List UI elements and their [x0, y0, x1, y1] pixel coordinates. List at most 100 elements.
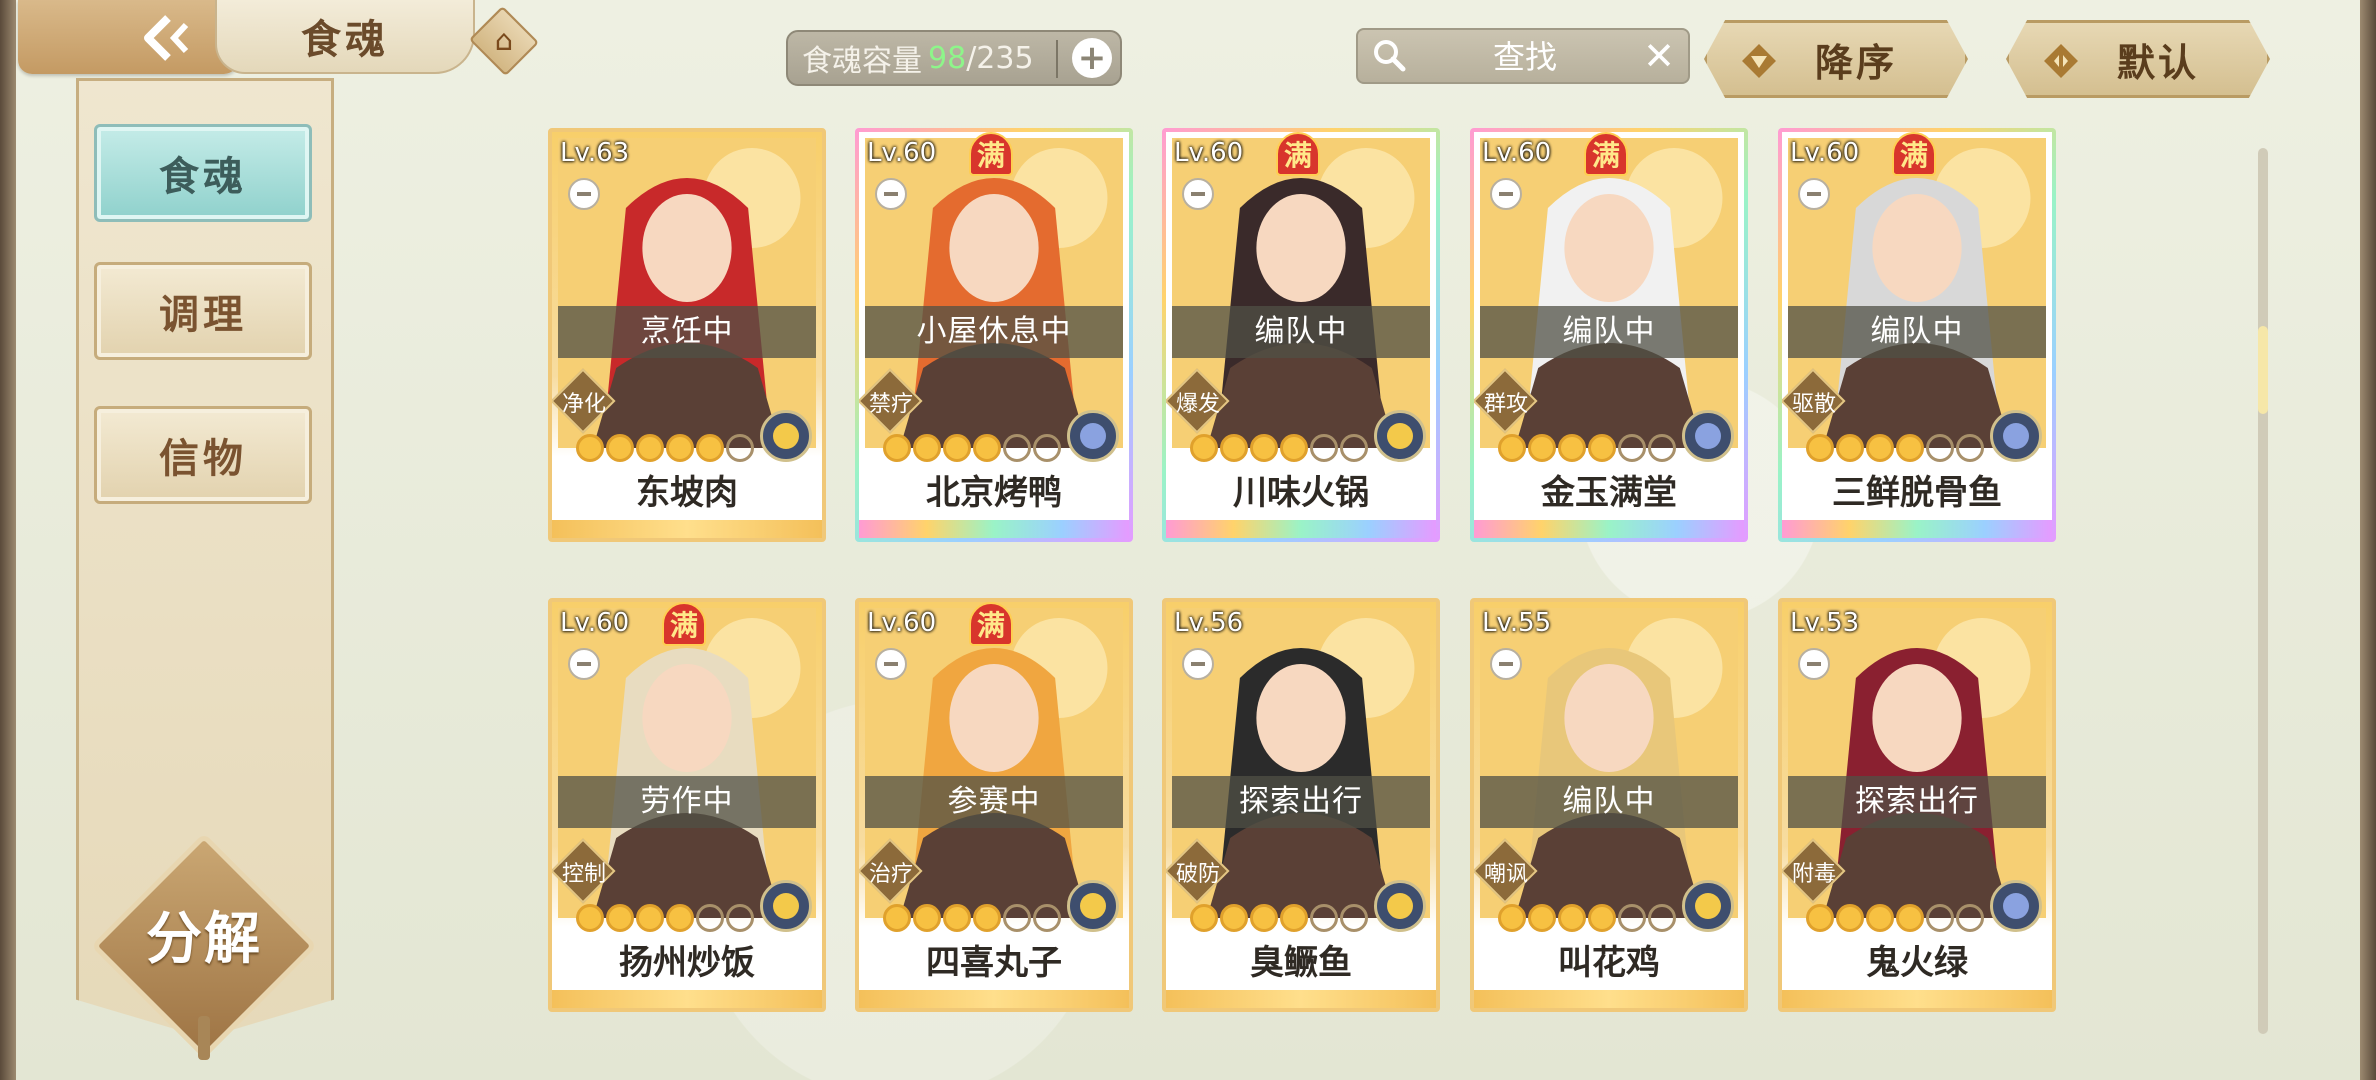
food-soul-card[interactable]: Lv.56 探索出行 破防 臭鳜鱼	[1162, 598, 1440, 1012]
sidebar-item-conditioning[interactable]: 调理	[94, 262, 312, 360]
food-soul-card[interactable]: Lv.53 探索出行 附毒 鬼火绿	[1778, 598, 2056, 1012]
rarity-bar	[1474, 520, 1744, 538]
star-icon	[1956, 434, 1984, 462]
lock-icon[interactable]	[1490, 648, 1522, 680]
capacity-label: 食魂容量	[802, 44, 922, 79]
star-icon	[606, 434, 634, 462]
star-icon	[1310, 434, 1338, 462]
rarity-bar	[1782, 990, 2052, 1008]
max-badge: 满	[1276, 132, 1320, 176]
star-icon	[1648, 904, 1676, 932]
back-button[interactable]	[128, 10, 208, 66]
lock-icon[interactable]	[1798, 648, 1830, 680]
sort-mode-button[interactable]: 默认	[2006, 20, 2270, 98]
role-badge: 附毒	[1782, 838, 1846, 904]
star-icon	[943, 904, 971, 932]
star-icon	[1190, 434, 1218, 462]
star-icon	[1003, 904, 1031, 932]
role-label: 嘲讽	[1483, 862, 1528, 887]
lock-icon[interactable]	[1490, 178, 1522, 210]
star-icon	[1588, 904, 1616, 932]
star-icon	[726, 434, 754, 462]
element-icon	[1067, 410, 1119, 462]
food-soul-card[interactable]: Lv.60 满劳作中 控制 扬州炒饭	[548, 598, 826, 1012]
star-rating	[1498, 904, 1676, 932]
level-label: Lv.60	[1482, 138, 1552, 168]
food-soul-name: 四喜丸子	[926, 943, 1062, 983]
star-icon	[1528, 434, 1556, 462]
rarity-bar	[1782, 520, 2052, 538]
scrollbar-thumb[interactable]	[2258, 326, 2268, 414]
element-icon	[1990, 880, 2042, 932]
element-icon	[1374, 410, 1426, 462]
lock-icon[interactable]	[1182, 178, 1214, 210]
food-soul-name: 北京烤鸭	[926, 473, 1062, 513]
triangle-down-icon	[1742, 44, 1776, 78]
lock-icon[interactable]	[875, 178, 907, 210]
lock-icon[interactable]	[1182, 648, 1214, 680]
level-label: Lv.56	[1174, 608, 1244, 638]
sidebar-item-food-souls[interactable]: 食魂	[94, 124, 312, 222]
star-icon	[1618, 904, 1646, 932]
role-label: 驱散	[1791, 392, 1836, 417]
status-banner: 小屋休息中	[865, 306, 1123, 358]
lock-icon[interactable]	[568, 648, 600, 680]
star-icon	[1926, 904, 1954, 932]
element-icon	[1682, 410, 1734, 462]
star-icon	[1618, 434, 1646, 462]
food-soul-card[interactable]: Lv.60 满编队中 驱散 三鲜脱骨鱼	[1778, 128, 2056, 542]
swap-icon	[2044, 44, 2078, 78]
role-badge: 治疗	[859, 838, 923, 904]
star-icon	[973, 904, 1001, 932]
star-rating	[1190, 904, 1368, 932]
star-rating	[576, 904, 754, 932]
element-icon	[760, 880, 812, 932]
status-banner: 劳作中	[558, 776, 816, 828]
star-icon	[576, 904, 604, 932]
role-label: 群攻	[1483, 392, 1528, 417]
star-icon	[636, 434, 664, 462]
level-label: Lv.53	[1790, 608, 1860, 638]
star-icon	[1588, 434, 1616, 462]
lock-icon[interactable]	[568, 178, 600, 210]
star-icon	[1896, 434, 1924, 462]
search-input[interactable]	[1418, 36, 1632, 78]
status-banner: 探索出行	[1788, 776, 2046, 828]
star-icon	[1033, 904, 1061, 932]
search-box[interactable]: ✕	[1356, 28, 1690, 84]
food-soul-card[interactable]: Lv.55 编队中 嘲讽 叫花鸡	[1470, 598, 1748, 1012]
star-rating	[1806, 904, 1984, 932]
status-banner: 编队中	[1172, 306, 1430, 358]
decompose-label[interactable]: 分解	[112, 900, 296, 980]
star-icon	[696, 434, 724, 462]
role-label: 禁疗	[868, 392, 913, 417]
food-soul-card[interactable]: Lv.60 满参赛中 治疗 四喜丸子	[855, 598, 1133, 1012]
food-soul-name: 三鲜脱骨鱼	[1832, 473, 2002, 513]
star-rating	[883, 904, 1061, 932]
sort-order-button[interactable]: 降序	[1704, 20, 1968, 98]
food-soul-name: 叫花鸡	[1558, 943, 1660, 983]
role-label: 爆发	[1175, 392, 1220, 417]
role-badge: 群攻	[1474, 368, 1538, 434]
food-soul-card[interactable]: Lv.60 满编队中 爆发 川味火锅	[1162, 128, 1440, 542]
level-label: Lv.55	[1482, 608, 1552, 638]
food-soul-card[interactable]: Lv.60 满小屋休息中 禁疗 北京烤鸭	[855, 128, 1133, 542]
level-label: Lv.60	[560, 608, 630, 638]
star-icon	[1806, 904, 1834, 932]
food-soul-card[interactable]: Lv.63 烹饪中 净化 东坡肉	[548, 128, 826, 542]
add-capacity-button[interactable]: +	[1072, 38, 1112, 78]
role-label: 治疗	[868, 862, 913, 887]
star-icon	[1498, 434, 1526, 462]
clear-search-icon[interactable]: ✕	[1640, 36, 1678, 76]
lock-icon[interactable]	[875, 648, 907, 680]
star-icon	[1033, 434, 1061, 462]
lock-icon[interactable]	[1798, 178, 1830, 210]
capacity-total: /235	[966, 40, 1034, 76]
star-icon	[913, 904, 941, 932]
sidebar-item-tokens[interactable]: 信物	[94, 406, 312, 504]
star-rating	[883, 434, 1061, 462]
scrollbar-track[interactable]	[2258, 148, 2268, 1034]
food-soul-card[interactable]: Lv.60 满编队中 群攻 金玉满堂	[1470, 128, 1748, 542]
food-soul-name: 臭鳜鱼	[1250, 943, 1352, 983]
star-rating	[1190, 434, 1368, 462]
